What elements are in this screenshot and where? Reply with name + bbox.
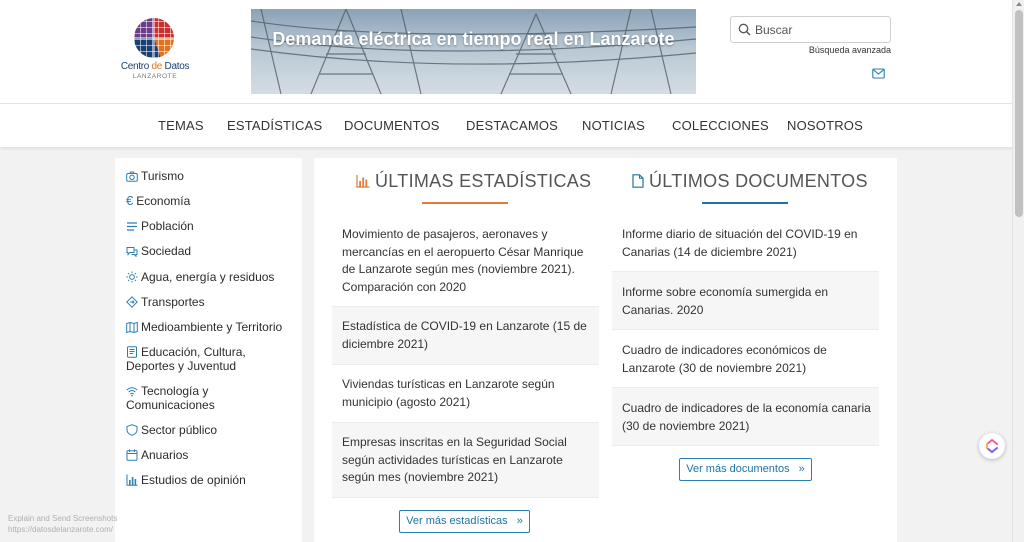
logo-grid (134, 18, 174, 58)
advanced-search-link[interactable]: Búsqueda avanzada (790, 45, 891, 55)
watermark-line1: Explain and Send Screenshots (8, 514, 118, 523)
statistics-item[interactable]: Viviendas turísticas en Lanzarote según … (342, 376, 567, 411)
separator (612, 329, 879, 330)
separator (612, 445, 879, 446)
more-statistics-label: Ver más estadísticas (406, 515, 508, 527)
separator (332, 497, 599, 498)
statistics-item[interactable]: Empresas inscritas en la Seguridad Socia… (342, 434, 594, 487)
sun-icon (126, 271, 138, 283)
chat-icon (126, 247, 138, 257)
map-icon (126, 322, 138, 333)
camera-icon (126, 171, 138, 182)
sidebar-item-label: Estudios de opinión (141, 473, 246, 487)
sidebar-item-label: Sector público (141, 423, 218, 437)
sidebar-item-label: Medioambiente y Territorio (141, 320, 283, 334)
more-documents-button[interactable]: Ver más documentos » (679, 458, 812, 481)
document-icon (632, 174, 644, 188)
shield-icon (126, 424, 138, 436)
nav-destacamos[interactable]: DESTACAMOS (466, 118, 558, 133)
sidebar-item-label: Transportes (141, 295, 205, 309)
statistics-heading-text: ÚLTIMAS ESTADÍSTICAS (375, 171, 592, 191)
sidebar-item-turismo[interactable]: Turismo (126, 169, 296, 183)
more-statistics-button[interactable]: Ver más estadísticas » (399, 510, 530, 533)
documents-underline (702, 202, 788, 204)
calendar-icon (126, 449, 138, 461)
sidebar-item-medioambiente[interactable]: Medioambiente y Territorio (126, 320, 296, 334)
mail-icon[interactable] (872, 68, 885, 79)
search-icon (738, 23, 751, 36)
book-icon (127, 346, 137, 358)
nav-noticias[interactable]: NOTICIAS (582, 118, 645, 133)
sidebar-item-economia[interactable]: € Economía (126, 193, 296, 209)
sidebar-item-tecnologia[interactable]: Tecnología y Comunicaciones (126, 384, 296, 412)
statistics-underline (422, 202, 508, 204)
page-scrollbar[interactable] (1012, 0, 1024, 542)
list-icon (127, 222, 137, 231)
sidebar-item-label: Economía (136, 194, 191, 208)
banner-title: Demanda eléctrica en tiempo real en Lanz… (272, 29, 675, 49)
main-nav: TEMAS ESTADÍSTICAS DOCUMENTOS DESTACAMOS… (0, 103, 1012, 147)
sidebar-item-agua-energia[interactable]: Agua, energía y residuos (126, 270, 296, 284)
sidebar-item-label: Anuarios (141, 448, 189, 462)
sidebar-item-sociedad[interactable]: Sociedad (126, 244, 296, 258)
document-item[interactable]: Informe sobre economía sumergida en Cana… (622, 284, 837, 319)
document-item[interactable]: Cuadro de indicadores de la economía can… (622, 400, 877, 435)
double-chevron-right-icon: » (516, 515, 523, 527)
statistics-item[interactable]: Movimiento de pasajeros, aeronaves y mer… (342, 226, 592, 296)
main-content: ÚLTIMAS ESTADÍSTICAS Movimiento de pasaj… (314, 158, 897, 542)
nav-colecciones[interactable]: COLECCIONES (672, 118, 769, 133)
floating-widget-button[interactable] (979, 433, 1005, 459)
bar-chart-icon (126, 474, 138, 486)
nav-nosotros[interactable]: NOSOTROS (787, 118, 863, 133)
sidebar-item-label: Población (141, 219, 194, 233)
sidebar-item-label: Educación, Cultura, Deportes y Juventud (126, 345, 246, 373)
sidebar-item-anuarios[interactable]: Anuarios (126, 448, 296, 462)
power-lines-image (251, 9, 696, 94)
sidebar-item-transportes[interactable]: Transportes (126, 295, 296, 309)
logo-name: Centro de Datos (117, 61, 193, 72)
widget-logo-icon (986, 438, 998, 454)
logo-name-part1: Centro (120, 61, 152, 72)
more-documents-label: Ver más documentos (686, 463, 790, 475)
double-chevron-right-icon: » (798, 463, 805, 475)
sidebar-item-label: Agua, energía y residuos (141, 270, 275, 284)
sidebar-item-label: Turismo (141, 169, 184, 183)
document-item[interactable]: Cuadro de indicadores económicos de Lanz… (622, 342, 842, 377)
documents-heading: ÚLTIMOS DOCUMENTOS (632, 171, 868, 192)
nav-estadisticas[interactable]: ESTADÍSTICAS (227, 118, 322, 133)
logo-sublabel: LANZAROTE (132, 73, 178, 80)
sidebar-item-sector-publico[interactable]: Sector público (126, 423, 296, 437)
topics-sidebar: Turismo € Economía Población Sociedad Agu… (115, 158, 302, 542)
sidebar-item-educacion[interactable]: Educación, Cultura, Deportes y Juventud (126, 345, 296, 373)
document-item[interactable]: Informe diario de situación del COVID-19… (622, 226, 877, 261)
search-input[interactable] (755, 21, 885, 39)
sidebar-item-poblacion[interactable]: Población (126, 219, 296, 233)
sidebar-item-label: Tecnología y Comunicaciones (126, 384, 215, 412)
sidebar-item-label: Sociedad (141, 244, 192, 258)
bar-chart-icon (356, 175, 370, 188)
watermark-line2: https://datosdelanzarote.com/ (8, 525, 113, 534)
search-box[interactable] (730, 16, 891, 43)
featured-banner[interactable]: Demanda eléctrica en tiempo real en Lanz… (251, 9, 696, 94)
scroll-thumb[interactable] (1015, 10, 1023, 217)
statistics-heading: ÚLTIMAS ESTADÍSTICAS (356, 171, 591, 192)
sidebar-item-estudios-opinion[interactable]: Estudios de opinión (126, 473, 296, 487)
nav-documentos[interactable]: DOCUMENTOS (344, 118, 440, 133)
statistics-item[interactable]: Estadística de COVID-19 en Lanzarote (15… (342, 318, 587, 353)
euro-icon: € (126, 193, 134, 208)
nav-temas[interactable]: TEMAS (158, 118, 204, 133)
separator (332, 364, 599, 365)
documents-heading-text: ÚLTIMOS DOCUMENTOS (649, 171, 868, 191)
site-logo[interactable]: Centro de Datos LANZAROTE (117, 18, 193, 84)
scroll-up-arrow[interactable] (1016, 2, 1022, 6)
diamond-icon (126, 296, 138, 308)
site-header: Centro de Datos LANZAROTE Demanda eléctr… (0, 0, 1012, 103)
logo-name-part2: de (151, 61, 163, 72)
wifi-icon (126, 387, 138, 397)
logo-name-part3: Datos (162, 61, 190, 72)
